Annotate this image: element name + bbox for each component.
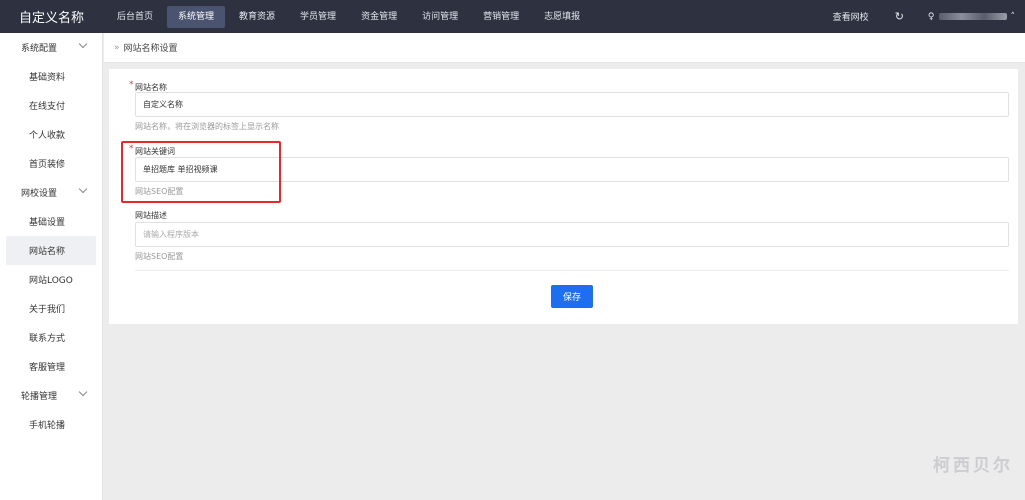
nav-system-management[interactable]: 系统管理 xyxy=(167,5,226,28)
form-divider xyxy=(135,270,1009,271)
highlight-box xyxy=(121,141,281,203)
settings-form: * 网站名称 自定义名称 网站名称，将在浏览器的标签上显示名称 * 网站关键词 … xyxy=(109,69,1018,324)
breadcrumb: » 网站名称设置 xyxy=(104,33,1025,63)
brand-logo[interactable]: 自定义名称 xyxy=(0,0,103,33)
refresh-icon[interactable]: ↻ xyxy=(895,10,904,23)
top-right-tools: 查看网校 ↻ ♀ ˄ xyxy=(833,0,1015,33)
site-name-label-text: 网站名称 xyxy=(135,83,167,92)
site-description-label: 网站描述 xyxy=(135,211,167,220)
chevron-down-icon xyxy=(78,387,88,397)
sidebar-group-label: 系统配置 xyxy=(21,44,58,54)
sidebar-item-online-payment[interactable]: 在线支付 xyxy=(6,91,96,120)
chevron-up-icon[interactable]: ˄ xyxy=(1011,12,1016,22)
site-description-help: 网站SEO配置 xyxy=(135,252,184,261)
watermark: 柯西贝尔 xyxy=(933,456,1013,476)
sidebar-group-school-settings[interactable]: 网校设置 xyxy=(0,178,102,207)
sidebar-item-customer-service[interactable]: 客服管理 xyxy=(6,352,96,381)
sidebar-group-label: 轮播管理 xyxy=(21,392,58,402)
sidebar-item-homepage-decoration[interactable]: 首页装修 xyxy=(6,149,96,178)
chevron-down-icon xyxy=(78,39,88,49)
nav-home[interactable]: 后台首页 xyxy=(106,6,164,28)
sidebar-item-site-logo[interactable]: 网站LOGO xyxy=(6,265,96,294)
top-nav: 后台首页 系统管理 教育资源 学员管理 资金管理 访问管理 营销管理 志愿填报 xyxy=(106,0,594,33)
nav-marketing-management[interactable]: 营销管理 xyxy=(472,6,530,28)
nav-finance-management[interactable]: 资金管理 xyxy=(350,6,408,28)
sidebar-group-system-config[interactable]: 系统配置 xyxy=(0,33,102,62)
site-name-help: 网站名称，将在浏览器的标签上显示名称 xyxy=(135,122,279,131)
site-description-input[interactable]: 请输入程序版本 xyxy=(135,222,1009,247)
sidebar-item-basic-info[interactable]: 基础资料 xyxy=(6,62,96,91)
save-button[interactable]: 保存 xyxy=(551,285,593,308)
sidebar-item-about-us[interactable]: 关于我们 xyxy=(6,294,96,323)
sidebar-group-carousel[interactable]: 轮播管理 xyxy=(0,381,102,410)
sidebar-group-label: 网校设置 xyxy=(21,189,58,199)
nav-education-resources[interactable]: 教育资源 xyxy=(228,6,286,28)
sidebar-item-contact[interactable]: 联系方式 xyxy=(6,323,96,352)
sidebar-item-mobile-carousel[interactable]: 手机轮播 xyxy=(6,410,96,439)
required-mark: * xyxy=(129,80,134,90)
view-school-link[interactable]: 查看网校 xyxy=(833,10,869,23)
chevron-down-icon xyxy=(78,184,88,194)
sidebar-item-personal-collection[interactable]: 个人收款 xyxy=(6,120,96,149)
sidebar-item-site-name[interactable]: 网站名称 xyxy=(6,236,96,265)
sidebar: 系统配置 基础资料 在线支付 个人收款 首页装修 网校设置 基础设置 网站名称 … xyxy=(0,33,103,500)
user-icon[interactable]: ♀ xyxy=(928,12,935,22)
breadcrumb-separator: » xyxy=(114,42,120,53)
site-name-input[interactable]: 自定义名称 xyxy=(135,92,1009,117)
nav-student-management[interactable]: 学员管理 xyxy=(289,6,347,28)
breadcrumb-current: 网站名称设置 xyxy=(123,44,178,54)
sidebar-item-basic-settings[interactable]: 基础设置 xyxy=(6,207,96,236)
nav-visit-management[interactable]: 访问管理 xyxy=(411,6,469,28)
top-bar: 自定义名称 后台首页 系统管理 教育资源 学员管理 资金管理 访问管理 营销管理… xyxy=(0,0,1025,33)
username-blurred[interactable] xyxy=(938,13,1007,20)
nav-application-filling[interactable]: 志愿填报 xyxy=(533,6,591,28)
